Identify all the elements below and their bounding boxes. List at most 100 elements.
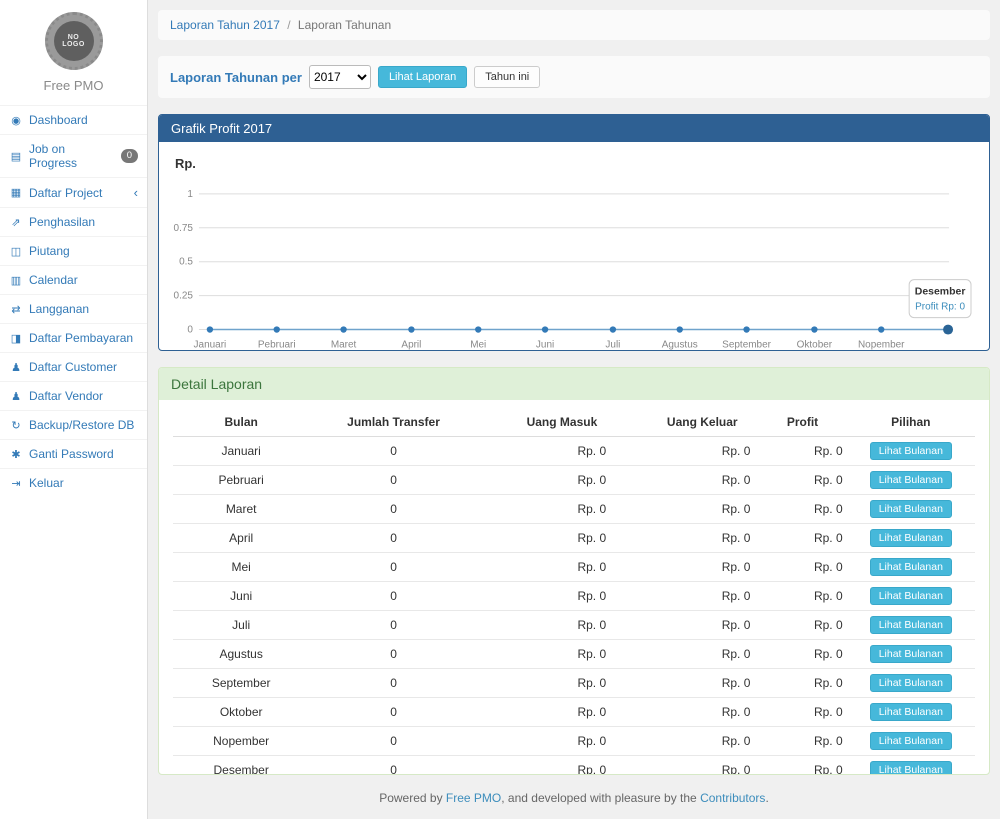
cell-profit: Rp. 0 [758,524,846,553]
cell-masuk: Rp. 0 [478,669,646,698]
data-point[interactable] [542,326,548,332]
cell-masuk: Rp. 0 [478,466,646,495]
view-month-button[interactable]: Lihat Bulanan [870,587,952,605]
chart-line-icon: ⇗ [9,216,23,229]
sidebar-item-label: Dashboard [29,113,88,127]
svg-text:Pebruari: Pebruari [258,340,296,351]
sidebar-item-label: Ganti Password [29,447,114,461]
footer-link-contributors[interactable]: Contributors [700,791,765,805]
view-month-button[interactable]: Lihat Bulanan [870,471,952,489]
data-point[interactable] [207,326,213,332]
sidebar-item-daftar-customer[interactable]: ♟ Daftar Customer [0,352,147,381]
breadcrumb: Laporan Tahun 2017 / Laporan Tahunan [158,10,990,40]
report-table: Bulan Jumlah Transfer Uang Masuk Uang Ke… [173,408,975,775]
cell-transfer: 0 [309,466,477,495]
year-select[interactable]: 2017 [309,65,371,89]
cell-profit: Rp. 0 [758,669,846,698]
table-row: Agustus 0 Rp. 0 Rp. 0 Rp. 0 Lihat Bulana… [173,640,975,669]
cell-bulan: Desember [173,756,309,775]
sidebar-item-daftar-vendor[interactable]: ♟ Daftar Vendor [0,381,147,410]
tasks-icon: ▤ [9,150,23,163]
data-point[interactable] [811,326,817,332]
cell-keluar: Rp. 0 [646,669,758,698]
svg-text:Mei: Mei [470,340,486,351]
data-point[interactable] [878,326,884,332]
table-row: Pebruari 0 Rp. 0 Rp. 0 Rp. 0 Lihat Bulan… [173,466,975,495]
cell-bulan: Maret [173,495,309,524]
cell-profit: Rp. 0 [758,611,846,640]
this-year-button[interactable]: Tahun ini [474,66,540,88]
y-axis-ticks: 1 0.75 0.5 0.25 0 [174,189,194,336]
data-point[interactable] [610,326,616,332]
no-logo-seal-icon: NO LOGO [45,12,103,70]
detail-report-panel: Detail Laporan Bulan Jumlah Transfer Uan… [158,367,990,775]
sidebar-item-label: Daftar Customer [29,360,117,374]
table-row: Desember 0 Rp. 0 Rp. 0 Rp. 0 Lihat Bulan… [173,756,975,775]
cell-keluar: Rp. 0 [646,640,758,669]
sidebar-item-daftar-pembayaran[interactable]: ◨ Daftar Pembayaran [0,323,147,352]
cell-keluar: Rp. 0 [646,727,758,756]
job-count-badge: 0 [121,149,138,163]
payment-icon: ◨ [9,332,23,345]
table-row: Mei 0 Rp. 0 Rp. 0 Rp. 0 Lihat Bulanan [173,553,975,582]
data-point-active[interactable] [943,325,953,335]
sidebar-item-penghasilan[interactable]: ⇗ Penghasilan [0,207,147,236]
view-month-button[interactable]: Lihat Bulanan [870,645,952,663]
cell-profit: Rp. 0 [758,466,846,495]
data-point[interactable] [677,326,683,332]
svg-text:0: 0 [187,325,193,336]
view-month-button[interactable]: Lihat Bulanan [870,442,952,460]
sidebar-item-daftar-project[interactable]: ▦ Daftar Project ‹ [0,177,147,207]
data-point[interactable] [408,326,414,332]
svg-text:September: September [722,340,771,351]
col-header-pilihan: Pilihan [847,408,975,437]
data-point[interactable] [743,326,749,332]
cell-transfer: 0 [309,553,477,582]
sidebar-item-label: Penghasilan [29,215,95,229]
view-month-button[interactable]: Lihat Bulanan [870,616,952,634]
footer-link-free-pmo[interactable]: Free PMO [446,791,501,805]
breadcrumb-link-laporan-tahun[interactable]: Laporan Tahun 2017 [170,18,280,32]
data-point[interactable] [274,326,280,332]
col-header-bulan: Bulan [173,408,309,437]
detail-panel-title: Detail Laporan [159,368,989,400]
cell-profit: Rp. 0 [758,727,846,756]
cell-transfer: 0 [309,582,477,611]
view-month-button[interactable]: Lihat Bulanan [870,500,952,518]
sidebar-item-backup-restore-db[interactable]: ↻ Backup/Restore DB [0,410,147,439]
view-month-button[interactable]: Lihat Bulanan [870,674,952,692]
sidebar-item-label: Backup/Restore DB [29,418,134,432]
view-report-button[interactable]: Lihat Laporan [378,66,467,88]
sidebar-item-dashboard[interactable]: ◉ Dashboard [0,105,147,134]
tooltip-title: Desember [915,287,966,298]
col-header-profit: Profit [758,408,846,437]
profit-line-chart: Rp. 1 0.75 0.5 0.25 [169,150,979,351]
cell-keluar: Rp. 0 [646,553,758,582]
footer-text: . [765,791,768,805]
data-point[interactable] [475,326,481,332]
profit-chart-panel: Grafik Profit 2017 Rp. 1 [158,114,990,351]
cell-profit: Rp. 0 [758,698,846,727]
view-month-button[interactable]: Lihat Bulanan [870,529,952,547]
sidebar-item-calendar[interactable]: ▥ Calendar [0,265,147,294]
sidebar-item-ganti-password[interactable]: ✱ Ganti Password [0,439,147,468]
svg-text:Oktober: Oktober [797,340,833,351]
cell-transfer: 0 [309,640,477,669]
sidebar-item-piutang[interactable]: ◫ Piutang [0,236,147,265]
view-month-button[interactable]: Lihat Bulanan [870,558,952,576]
cell-bulan: Oktober [173,698,309,727]
sidebar-item-keluar[interactable]: ⇥ Keluar [0,468,147,497]
cell-transfer: 0 [309,669,477,698]
cell-keluar: Rp. 0 [646,582,758,611]
view-month-button[interactable]: Lihat Bulanan [870,732,952,750]
sidebar-item-job-on-progress[interactable]: ▤ Job on Progress 0 [0,134,147,177]
view-month-button[interactable]: Lihat Bulanan [870,703,952,721]
col-header-transfer: Jumlah Transfer [309,408,477,437]
cell-masuk: Rp. 0 [478,698,646,727]
sidebar-item-langganan[interactable]: ⇄ Langganan [0,294,147,323]
view-month-button[interactable]: Lihat Bulanan [870,761,952,775]
cell-keluar: Rp. 0 [646,611,758,640]
data-point[interactable] [340,326,346,332]
money-icon: ◫ [9,245,23,258]
cell-profit: Rp. 0 [758,437,846,466]
